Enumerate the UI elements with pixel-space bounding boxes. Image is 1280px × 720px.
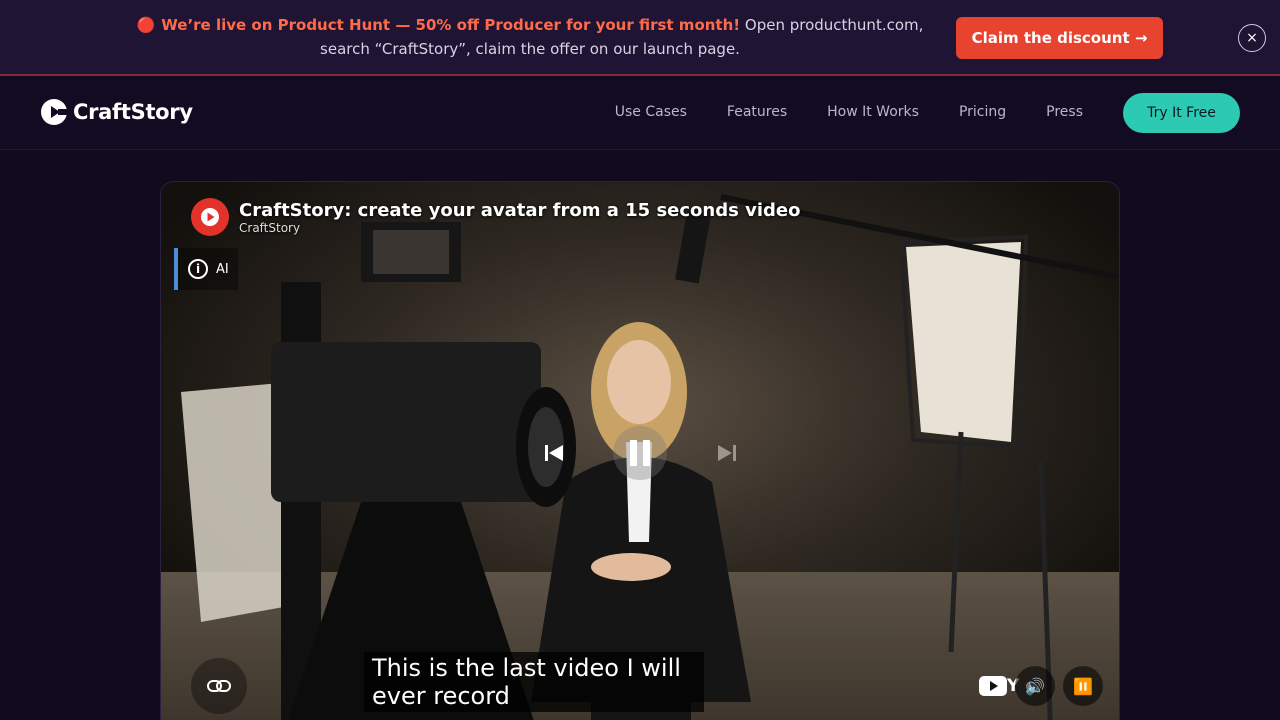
video-header: CraftStory: create your avatar from a 15…: [191, 198, 800, 236]
promo-highlight: We’re live on Product Hunt — 50% off Pro…: [161, 16, 741, 34]
video-caption: This is the last video I will ever recor…: [364, 652, 704, 712]
promo-banner: 🔴 We’re live on Product Hunt — 50% off Pr…: [0, 0, 1280, 76]
video-title[interactable]: CraftStory: create your avatar from a 15…: [239, 200, 800, 221]
channel-avatar[interactable]: [191, 198, 229, 236]
top-navbar: CraftStory Use Cases Features How It Wor…: [0, 78, 1280, 150]
copy-link-button[interactable]: [191, 658, 247, 714]
video-player[interactable]: CraftStory: create your avatar from a 15…: [160, 181, 1120, 720]
brand-logo[interactable]: CraftStory: [40, 98, 193, 126]
play-pause-small-button[interactable]: ⏸️: [1063, 666, 1103, 706]
nav-link-pricing[interactable]: Pricing: [959, 104, 1006, 120]
craftstory-logo-icon: [41, 99, 68, 125]
brand-name: CraftStory: [73, 100, 193, 124]
youtube-icon: [979, 676, 1007, 696]
live-dot-icon: 🔴: [136, 16, 156, 34]
nav-link-features[interactable]: Features: [727, 104, 787, 120]
ai-chip-label: AI: [216, 261, 229, 277]
pause-button[interactable]: [613, 426, 667, 480]
try-it-free-button[interactable]: Try It Free: [1123, 93, 1240, 133]
info-icon: i: [188, 259, 208, 279]
next-button[interactable]: [716, 442, 738, 464]
next-icon: [718, 445, 736, 461]
video-channel[interactable]: CraftStory: [239, 221, 800, 235]
pause-small-icon: ⏸️: [1073, 676, 1093, 696]
volume-button[interactable]: 🔊: [1015, 666, 1055, 706]
claim-discount-button[interactable]: Claim the discount →: [956, 17, 1163, 59]
link-icon: [207, 680, 231, 692]
nav-links: Use Cases Features How It Works Pricing …: [575, 104, 1083, 120]
nav-link-use-cases[interactable]: Use Cases: [615, 104, 687, 120]
close-banner-button[interactable]: ×: [1238, 24, 1266, 52]
previous-button[interactable]: [543, 442, 565, 464]
volume-icon: 🔊: [1025, 676, 1045, 696]
nav-link-press[interactable]: Press: [1046, 104, 1083, 120]
play-logo-icon: [201, 208, 219, 226]
pause-icon: [630, 440, 650, 466]
promo-text: 🔴 We’re live on Product Hunt — 50% off Pr…: [120, 13, 940, 61]
nav-link-how-it-works[interactable]: How It Works: [827, 104, 919, 120]
ai-disclosure-chip[interactable]: i AI: [174, 248, 238, 290]
previous-icon: [545, 445, 563, 461]
